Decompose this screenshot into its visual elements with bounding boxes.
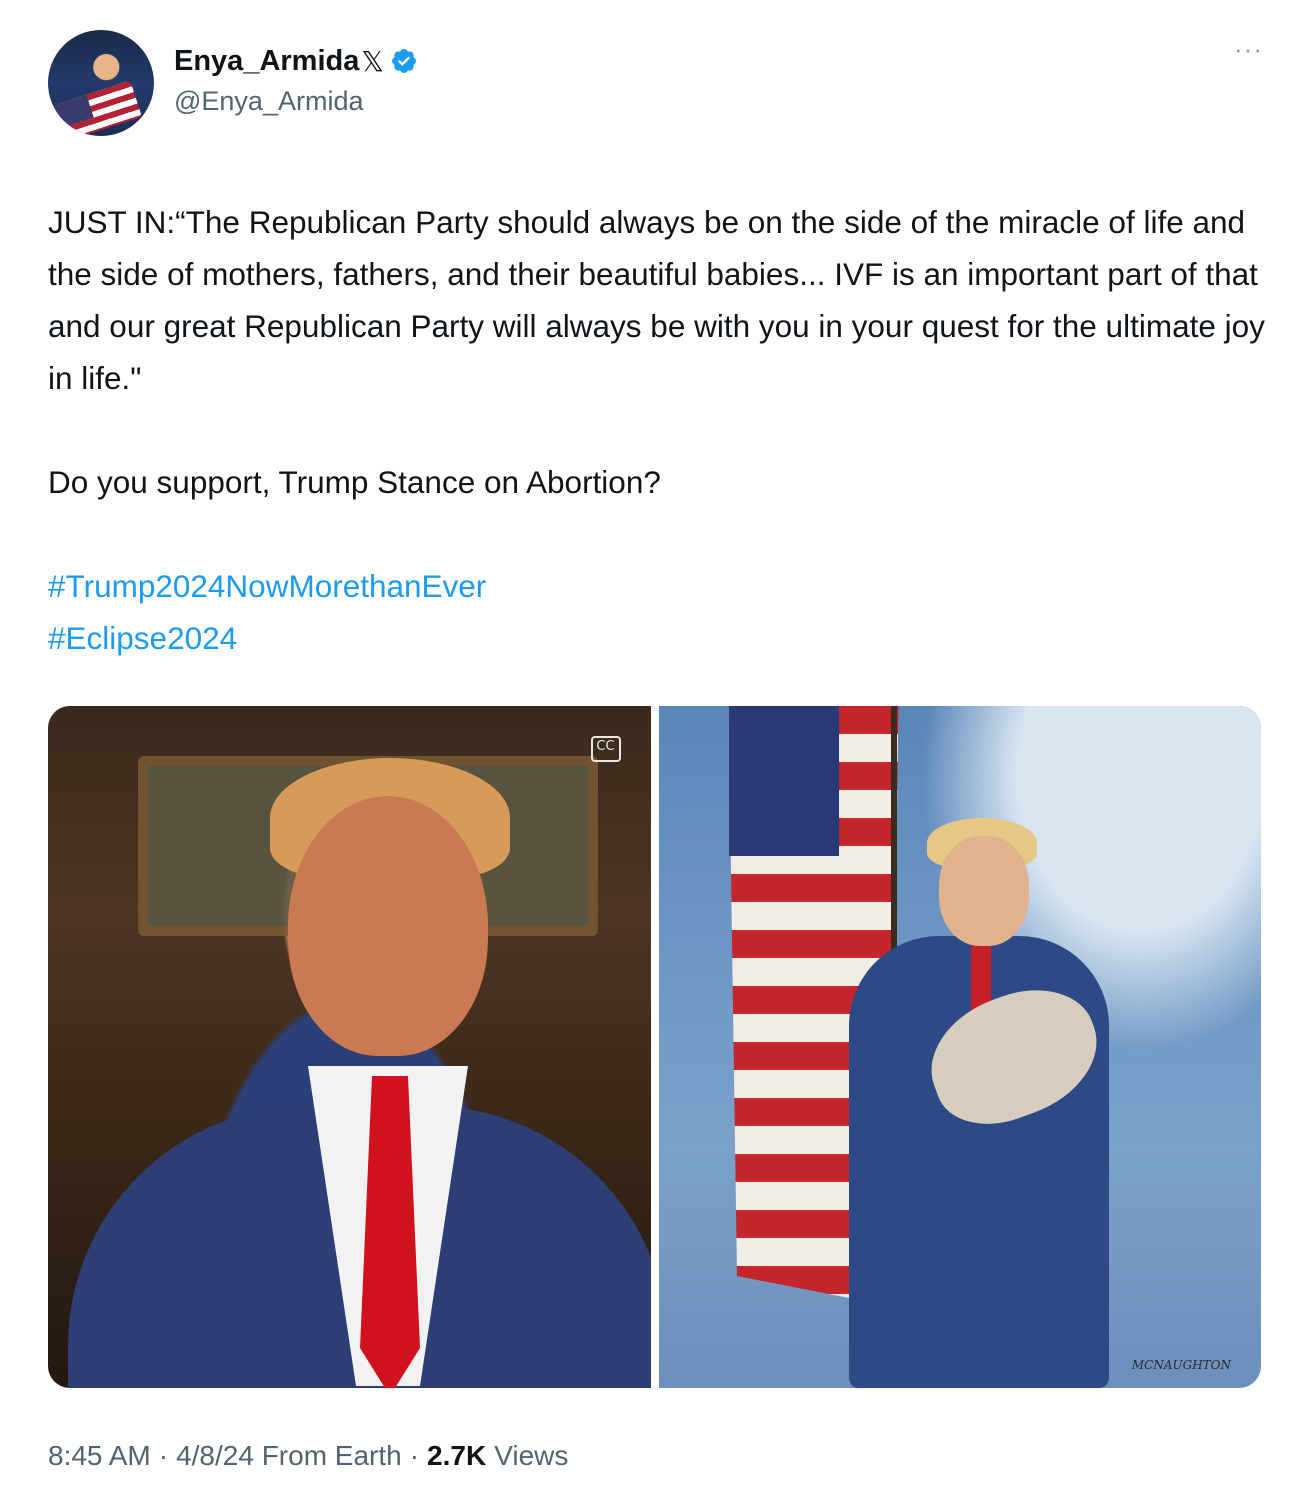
more-options-icon[interactable]: ···: [1234, 34, 1263, 65]
flag-canton: [728, 706, 839, 856]
tweet-date-source[interactable]: 4/8/24 From Earth: [176, 1440, 402, 1472]
avatar[interactable]: [48, 30, 154, 136]
tweet-question: Do you support, Trump Stance on Abortion…: [48, 464, 661, 500]
media-grid: CC MCNAUGHTON: [48, 706, 1261, 1388]
tweet-time[interactable]: 8:45 AM: [48, 1440, 151, 1472]
artist-signature: MCNAUGHTON: [1131, 1358, 1231, 1372]
painting-image[interactable]: MCNAUGHTON: [658, 706, 1261, 1388]
author-names: Enya_Armida 𝕏 @Enya_Armida: [174, 40, 418, 117]
x-logo-icon: 𝕏: [361, 45, 384, 77]
verified-badge-icon[interactable]: [390, 47, 418, 75]
tweet-paragraph: JUST IN:“The Republican Party should alw…: [48, 204, 1265, 396]
display-name-row: Enya_Armida 𝕏: [174, 40, 418, 82]
separator: ·: [158, 1440, 169, 1471]
tweet-meta: 8:45 AM · 4/8/24 From Earth · 2.7K Views: [48, 1440, 568, 1472]
captions-off-icon[interactable]: CC: [590, 736, 621, 762]
views-count: 2.7K: [427, 1440, 487, 1471]
separator: ·: [409, 1440, 420, 1471]
author-handle[interactable]: @Enya_Armida: [174, 86, 418, 117]
hashtag-link[interactable]: #Trump2024NowMorethanEver: [48, 568, 486, 604]
views-label: Views: [494, 1440, 569, 1471]
face: [938, 836, 1029, 946]
hashtag-link[interactable]: #Eclipse2024: [48, 620, 237, 656]
tweet-header: Enya_Armida 𝕏 @Enya_Armida ···: [48, 30, 1263, 138]
tweet-text: JUST IN:“The Republican Party should alw…: [48, 196, 1268, 664]
face: [288, 796, 488, 1056]
avatar-flag: [54, 80, 142, 136]
video-thumbnail[interactable]: CC: [48, 706, 651, 1388]
display-name[interactable]: Enya_Armida: [174, 45, 359, 78]
